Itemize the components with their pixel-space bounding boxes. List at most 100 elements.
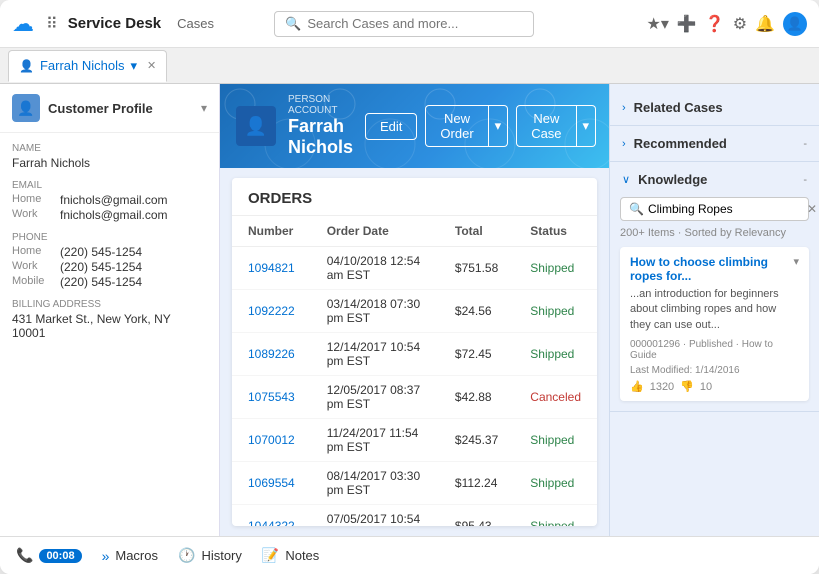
order-number[interactable]: 1092222: [232, 290, 311, 333]
grid-icon[interactable]: ⠿: [46, 14, 58, 34]
order-number[interactable]: 1070012: [232, 419, 311, 462]
phone-work-row: Work (220) 545-1254: [12, 260, 207, 274]
order-status: Shipped: [514, 505, 597, 527]
order-number[interactable]: 1069554: [232, 462, 311, 505]
bell-icon[interactable]: 🔔: [755, 14, 775, 34]
orders-title: ORDERS: [232, 178, 597, 216]
billing-label: Billing Address: [12, 299, 207, 310]
add-icon[interactable]: ➕: [677, 14, 697, 34]
col-total: Total: [439, 216, 514, 247]
order-total: $751.58: [439, 247, 514, 290]
email-home-link[interactable]: fnichols@gmail.com: [60, 193, 168, 207]
like-count: 1320: [650, 381, 674, 393]
notes-item[interactable]: 📝 Notes: [262, 547, 319, 564]
breadcrumb: Cases: [177, 16, 214, 31]
person-actions: Edit New Order ▾ New Case ▾: [365, 105, 596, 147]
left-panel: 👤 Customer Profile ▾ Name Farrah Nichols…: [0, 84, 220, 536]
new-order-button[interactable]: New Order: [425, 105, 488, 147]
notes-icon: 📝: [262, 547, 279, 564]
knowledge-card-chevron[interactable]: ▾: [793, 255, 799, 268]
person-name: Farrah Nichols: [288, 116, 353, 158]
like-icon[interactable]: 👍: [630, 380, 644, 393]
search-input[interactable]: [307, 16, 523, 31]
macros-label: Macros: [115, 548, 158, 563]
help-icon[interactable]: ❓: [705, 14, 725, 34]
order-status: Shipped: [514, 290, 597, 333]
edit-button[interactable]: Edit: [365, 113, 417, 140]
tab-close-icon[interactable]: ✕: [147, 59, 156, 72]
recommended-section: › Recommended -: [610, 126, 819, 162]
order-total: $42.88: [439, 376, 514, 419]
knowledge-card-status: Published: [689, 339, 733, 350]
search-bar[interactable]: 🔍: [274, 11, 534, 37]
order-status: Canceled: [514, 376, 597, 419]
order-date: 12/14/2017 10:54 pm EST: [311, 333, 439, 376]
history-item[interactable]: 🕐 History: [178, 547, 242, 564]
related-cases-header[interactable]: › Related Cases: [610, 90, 819, 125]
knowledge-section: ∨ Knowledge - 🔍 ✕ ▽ ⇅ 200+ Items · Sorte…: [610, 162, 819, 412]
order-number[interactable]: 1075543: [232, 376, 311, 419]
order-number[interactable]: 1094821: [232, 247, 311, 290]
history-icon: 🕐: [178, 547, 195, 564]
knowledge-card-title[interactable]: How to choose climbing ropes for...: [630, 255, 789, 283]
top-nav: ☁ ⠿ Service Desk Cases 🔍 ★▾ ➕ ❓ ⚙ 🔔 👤: [0, 0, 819, 48]
order-date: 07/05/2017 10:54 am EST: [311, 505, 439, 527]
nav-actions: ★▾ ➕ ❓ ⚙ 🔔 👤: [647, 12, 807, 36]
order-total: $112.24: [439, 462, 514, 505]
profile-body: Name Farrah Nichols Email Home fnichols@…: [0, 133, 219, 360]
user-avatar[interactable]: 👤: [783, 12, 807, 36]
favorites-icon[interactable]: ★▾: [647, 14, 669, 34]
app-title: Service Desk: [68, 15, 161, 32]
knowledge-card-meta: 000001296 · Published · How to Guide: [630, 339, 799, 361]
profile-email-field: Email Home fnichols@gmail.com Work fnich…: [12, 180, 207, 222]
tab-label: Farrah Nichols: [40, 58, 125, 73]
knowledge-card-modified: Last Modified: 1/14/2016: [630, 365, 799, 376]
name-value: Farrah Nichols: [12, 156, 207, 170]
email-home-label: Home: [12, 193, 56, 207]
notes-label: Notes: [285, 548, 319, 563]
recommended-action[interactable]: -: [803, 138, 807, 150]
profile-avatar: 👤: [12, 94, 40, 122]
tab-chevron[interactable]: ▾: [130, 58, 137, 74]
col-status: Status: [514, 216, 597, 247]
profile-chevron[interactable]: ▾: [201, 101, 207, 115]
order-number[interactable]: 1044322: [232, 505, 311, 527]
order-status: Shipped: [514, 333, 597, 376]
order-date: 11/24/2017 11:54 pm EST: [311, 419, 439, 462]
timer-item[interactable]: 📞 00:08: [16, 547, 82, 564]
tab-farrah-nichols[interactable]: 👤 Farrah Nichols ▾ ✕: [8, 50, 167, 82]
order-number[interactable]: 1089226: [232, 333, 311, 376]
person-account-label: PERSON ACCOUNT: [288, 94, 353, 116]
knowledge-card-header: How to choose climbing ropes for... ▾: [630, 255, 799, 283]
profile-title: Customer Profile: [48, 101, 193, 116]
table-row: 1089226 12/14/2017 10:54 pm EST $72.45 S…: [232, 333, 597, 376]
phone-home-row: Home (220) 545-1254: [12, 245, 207, 259]
knowledge-header[interactable]: ∨ Knowledge -: [610, 162, 819, 197]
search-icon: 🔍: [285, 16, 301, 32]
tab-bar: 👤 Farrah Nichols ▾ ✕: [0, 48, 819, 84]
knowledge-clear-icon[interactable]: ✕: [807, 202, 817, 216]
orders-table: Number Order Date Total Status 1094821 0…: [232, 216, 597, 526]
table-row: 1094821 04/10/2018 12:54 am EST $751.58 …: [232, 247, 597, 290]
phone-home-value: (220) 545-1254: [60, 245, 142, 259]
order-total: $24.56: [439, 290, 514, 333]
order-status: Shipped: [514, 247, 597, 290]
knowledge-action[interactable]: -: [803, 174, 807, 186]
settings-icon[interactable]: ⚙: [733, 14, 747, 34]
email-label: Email: [12, 180, 207, 191]
new-case-chevron[interactable]: ▾: [577, 105, 597, 147]
recommended-header[interactable]: › Recommended -: [610, 126, 819, 161]
order-status: Shipped: [514, 462, 597, 505]
new-order-chevron[interactable]: ▾: [489, 105, 509, 147]
billing-value: 431 Market St., New York, NY 10001: [12, 312, 207, 340]
dislike-icon[interactable]: 👎: [680, 380, 694, 393]
phone-mobile-value: (220) 545-1254: [60, 275, 142, 289]
macros-item[interactable]: » Macros: [102, 548, 158, 564]
cloud-icon: ☁: [12, 11, 34, 37]
knowledge-search-input[interactable]: [648, 202, 803, 216]
knowledge-search-bar[interactable]: 🔍 ✕ ▽ ⇅: [620, 197, 809, 221]
email-work-link[interactable]: fnichols@gmail.com: [60, 208, 168, 222]
knowledge-card-id: 000001296: [630, 339, 680, 350]
new-case-button[interactable]: New Case: [516, 105, 576, 147]
profile-phone-field: Phone Home (220) 545-1254 Work (220) 545…: [12, 232, 207, 289]
